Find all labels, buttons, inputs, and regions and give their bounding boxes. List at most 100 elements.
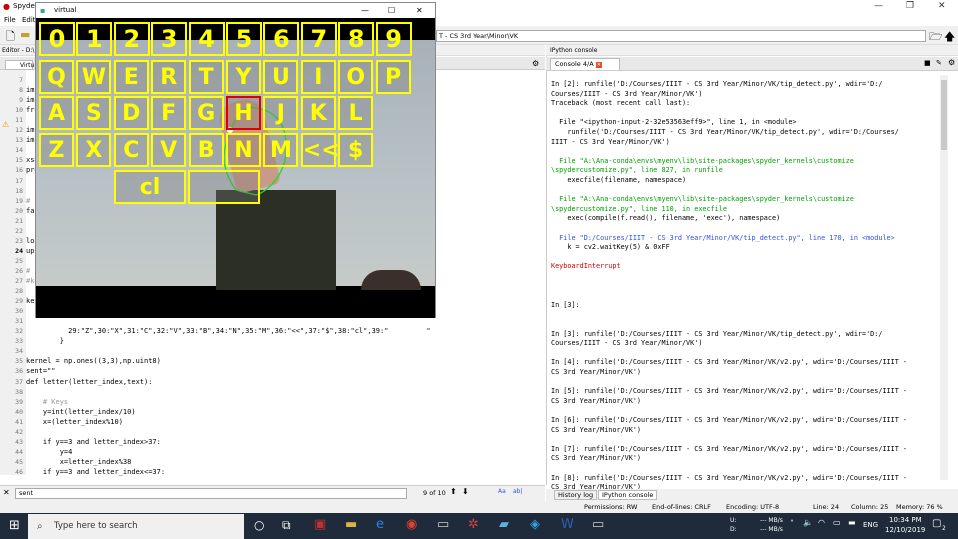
find-prev-icon[interactable]: ⬆ [450,487,457,496]
find-next-icon[interactable]: ⬇ [462,487,469,496]
key-O[interactable]: O [338,60,374,94]
menu-file[interactable]: File [4,16,16,24]
tray-chevron-icon[interactable]: ˄ [790,519,794,528]
virtual-minimize-icon[interactable]: — [361,3,369,18]
minimize-icon[interactable]: — [874,1,883,11]
spyder-taskbar-icon[interactable]: ✲ [468,517,479,532]
key-6[interactable]: 6 [263,22,300,56]
virtual-titlebar[interactable]: ▪ virtual — ☐ ✕ [36,3,435,18]
key-space[interactable] [188,170,260,204]
key-sym[interactable]: $ [338,133,374,167]
line-number: 25 [15,256,23,265]
line-number: 12 [15,126,23,135]
key-T[interactable]: T [188,60,224,94]
key-R[interactable]: R [151,60,187,94]
key-4[interactable]: 4 [188,22,225,56]
console-scrollbar-thumb[interactable] [941,80,947,150]
open-folder-icon[interactable]: ▬ [20,28,30,41]
key-K[interactable]: K [300,96,336,130]
file-explorer-icon[interactable]: ▬ [345,517,357,532]
wifi-icon[interactable]: ◠ [818,518,825,527]
edge-icon[interactable]: e [376,517,384,532]
case-sensitive-icon[interactable]: Aa [498,488,506,495]
key-C[interactable]: C [113,133,149,167]
console-line: In [3]: runfile('D:/Courses/IIIT - CS 3r… [551,329,883,338]
key-W[interactable]: W [76,60,112,94]
word-icon[interactable]: W [561,517,574,532]
stop-kernel-icon[interactable]: ■ [924,59,931,67]
key-cl[interactable]: cl [114,170,186,204]
key-N[interactable]: N [226,133,261,167]
working-dir-combo[interactable]: T - CS 3rd Year\Minor\VK [436,30,926,42]
ipython-tabbar: Console 4/A ✕ ■ ✎ ⚙ [546,57,958,71]
key-S[interactable]: S [76,96,112,130]
key-V[interactable]: V [151,133,187,167]
taskbar-search[interactable]: ⌕ Type here to search [28,514,244,539]
history-log-tab[interactable]: History log [554,490,598,500]
virtual-maximize-icon[interactable]: ☐ [388,3,395,18]
key-M[interactable]: M [263,133,299,167]
terminal-icon[interactable]: ▭ [437,517,449,532]
chrome-icon[interactable]: ◉ [406,517,417,532]
console-tab[interactable]: Console 4/A ✕ [550,58,620,70]
key-Y[interactable]: Y [226,60,261,94]
close-icon[interactable]: ✕ [938,1,946,11]
key-7[interactable]: 7 [300,22,337,56]
battery-icon[interactable]: ▭ [833,518,841,527]
key-3[interactable]: 3 [151,22,188,56]
find-input[interactable]: sent [15,488,407,499]
net-download-speed: --- MB/s [760,526,783,533]
maximize-icon[interactable]: ❐ [906,1,914,11]
key-J[interactable]: J [263,96,299,130]
notepad-icon[interactable]: ▰ [499,517,509,532]
task-view-icon[interactable]: ⧉ [282,518,291,533]
key-symsym[interactable]: << [300,133,340,167]
key-H[interactable]: H [226,96,261,130]
key-2[interactable]: 2 [113,22,150,56]
editor-file-tab[interactable]: Virtu [5,60,34,70]
key-F[interactable]: F [151,96,187,130]
virtual-close-icon[interactable]: ✕ [416,3,423,18]
key-G[interactable]: G [188,96,224,130]
key-A[interactable]: A [39,96,74,130]
key-0[interactable]: 0 [39,22,75,56]
key-5[interactable]: 5 [226,22,262,56]
volume-icon[interactable]: 🔈 [803,518,813,527]
key-B[interactable]: B [188,133,224,167]
windows-start-icon[interactable]: ⊞ [9,518,20,533]
menu-edit[interactable]: Edit [22,16,36,24]
language-indicator[interactable]: ENG [863,521,878,529]
keyboard-icon[interactable]: ▬ [848,518,856,527]
clock-time[interactable]: 10:34 PM [889,516,922,524]
teamviewer-icon[interactable]: ◈ [530,517,540,532]
close-find-icon[interactable]: ✕ [3,488,10,497]
console-options-icon[interactable]: ⚙ [948,58,955,67]
app-pinned-icon[interactable]: ▣ [314,517,326,532]
key-U[interactable]: U [263,60,299,94]
key-D[interactable]: D [113,96,149,130]
cortana-icon[interactable]: ○ [254,518,264,532]
window-icon[interactable]: ▭ [592,517,604,532]
close-tab-icon[interactable]: ✕ [595,62,602,68]
virtual-keyboard-window[interactable]: ▪ virtual — ☐ ✕ 0123456789 QWERTYUIOP ASDF… [35,2,436,318]
key-E[interactable]: E [113,60,149,94]
clock-date[interactable]: 12/10/2019 [885,526,925,534]
console-line: Courses/IIIT - CS 3rd Year/Minor/VK') [551,339,703,348]
key-I[interactable]: I [300,60,336,94]
line-number: 36 [15,367,23,376]
console-line: CS 3rd Year/Minor/VK') [551,368,642,376]
ipython-console-tab[interactable]: IPython console [598,490,658,500]
whole-word-icon[interactable]: ab| [513,488,523,495]
key-9[interactable]: 9 [375,22,412,56]
notifications-icon[interactable]: ▢ [932,518,941,529]
key-Z[interactable]: Z [39,133,74,167]
key-L[interactable]: L [338,96,374,130]
key-Q[interactable]: Q [39,60,74,94]
key-P[interactable]: P [375,60,411,94]
line-number: 19 [15,196,23,205]
key-1[interactable]: 1 [76,22,113,56]
editor-options-icon[interactable]: ⚙ [532,59,539,68]
key-X[interactable]: X [76,133,112,167]
edit-icon[interactable]: ✎ [936,59,942,67]
key-8[interactable]: 8 [338,22,375,56]
